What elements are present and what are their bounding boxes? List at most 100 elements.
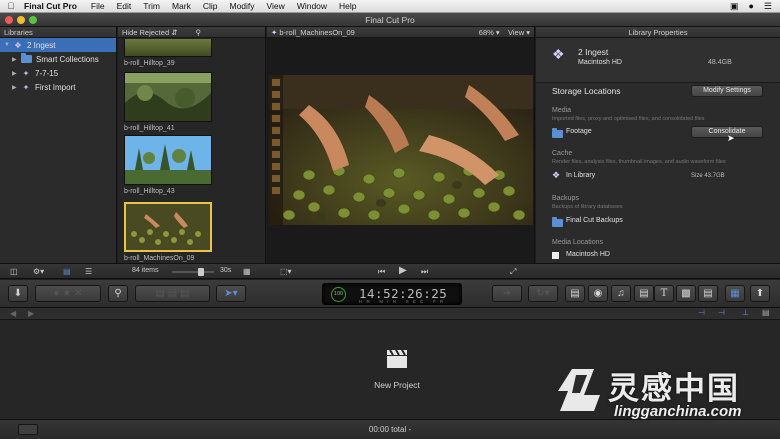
music-button[interactable]: ♫ xyxy=(611,285,631,302)
generators-button[interactable]: ▩ xyxy=(676,285,696,302)
clip-item[interactable]: b-roll_Hilltop_39 xyxy=(124,39,212,67)
transform-icon[interactable]: ⬚▾ xyxy=(280,267,292,276)
clip-thumbnail[interactable] xyxy=(124,39,212,57)
themes-button[interactable]: ▤ xyxy=(698,285,718,302)
menu-window[interactable]: Window xyxy=(291,1,333,11)
menu-modify[interactable]: Modify xyxy=(223,1,260,11)
previous-frame-icon[interactable]: ⏮ xyxy=(378,267,385,277)
panel-controls-bar: ◫ ⚙▾ ▤ ☰ 84 items 30s ▦ ⬚▾ ⏮ ▶ ⏭ ⤢ xyxy=(0,263,780,279)
next-frame-icon[interactable]: ⏭ xyxy=(421,267,428,277)
text-icon: T xyxy=(660,288,668,299)
audio-enhancements-button[interactable]: ➜ xyxy=(492,285,522,302)
watermark-logo: 灵感中国 lingganchina.com xyxy=(554,359,772,425)
viewer-clip-icon: ✦ xyxy=(271,27,278,37)
clip-item[interactable]: b-roll_Hilltop_43 xyxy=(124,135,212,195)
select-tool-button[interactable]: ➤ ▾ xyxy=(216,285,246,302)
share-button[interactable]: ⬆ xyxy=(750,285,770,302)
minimize-window-icon[interactable] xyxy=(17,16,25,24)
keyword-rating-group[interactable]: ● ★ ✕ xyxy=(35,285,101,302)
sidebar-toggle-icon[interactable]: ◫ xyxy=(10,267,18,276)
disclosure-closed-icon[interactable]: ▶ xyxy=(12,70,21,77)
retime-button[interactable]: ↻▾ xyxy=(528,285,558,302)
keyword-editor-button[interactable]: ⚲ xyxy=(108,285,128,302)
clip-item-selected[interactable]: b-roll_MachinesOn_09 xyxy=(124,202,212,262)
background-tasks-indicator[interactable]: 100 xyxy=(331,287,346,302)
photos-button[interactable]: ◉ xyxy=(588,285,608,302)
inspector-button[interactable]: ▤ xyxy=(565,285,585,302)
library-name: 2 Ingest xyxy=(578,47,609,57)
back-arrow-icon[interactable]: ◀ xyxy=(10,309,16,318)
edit-mode-group[interactable]: ▤ ▤ ▤ xyxy=(135,285,210,302)
apple-menu-icon[interactable]:  xyxy=(0,1,22,11)
disclosure-closed-icon[interactable]: ▶ xyxy=(12,56,21,63)
disclosure-open-icon[interactable]: ▼ xyxy=(4,42,13,48)
list-view-icon[interactable]: ☰ xyxy=(85,267,92,276)
clip-item[interactable]: b-roll_Hilltop_41 xyxy=(124,72,212,132)
view-chevron-icon[interactable]: ▾ xyxy=(526,28,530,37)
view-menu[interactable]: View xyxy=(508,28,524,37)
menu-mark[interactable]: Mark xyxy=(166,1,197,11)
gear-icon[interactable]: ⚙▾ xyxy=(33,267,44,276)
drive-icon xyxy=(552,252,559,259)
library-item-smart-collections[interactable]: ▶ Smart Collections xyxy=(0,52,116,66)
library-drive: Macintosh HD xyxy=(578,59,622,66)
menu-edit[interactable]: Edit xyxy=(111,1,138,11)
zoom-chevron-icon[interactable]: ▾ xyxy=(496,28,500,37)
library-item-2-ingest[interactable]: ▼ ❖ 2 Ingest xyxy=(0,38,116,52)
timecode-display[interactable]: 100 14:52:26:25 HR MIN SEC FR xyxy=(322,283,462,305)
zoom-window-icon[interactable] xyxy=(29,16,37,24)
import-button[interactable]: ⬇ xyxy=(8,285,28,302)
library-item-7-7-15[interactable]: ▶ ✦ 7-7-15 xyxy=(0,66,116,80)
menu-clip[interactable]: Clip xyxy=(197,1,224,11)
transitions-button[interactable]: ▦ xyxy=(725,285,745,302)
event-icon: ✦ xyxy=(22,68,30,78)
backups-location: Final Cut Backups xyxy=(566,217,623,224)
olive-tree-thumbnail xyxy=(125,73,211,121)
folder-icon xyxy=(552,217,563,227)
transitions-icon: ▦ xyxy=(730,288,740,299)
menu-trim[interactable]: Trim xyxy=(137,1,166,11)
user-icon[interactable]: ● xyxy=(748,1,753,12)
filmstrip-view-icon[interactable]: ▤ xyxy=(63,267,71,276)
fullscreen-icon[interactable]: ⤢ xyxy=(510,267,516,277)
library-item-first-import[interactable]: ▶ ✦ First Import xyxy=(0,80,116,94)
menu-file[interactable]: File xyxy=(85,1,111,11)
window-title: Final Cut Pro xyxy=(365,14,415,25)
menu-view[interactable]: View xyxy=(261,1,291,11)
play-icon[interactable]: ▶ xyxy=(399,265,407,276)
snapping-icon[interactable]: ⊥ xyxy=(742,308,749,317)
menu-help[interactable]: Help xyxy=(333,1,362,11)
display-icon[interactable]: ▣ xyxy=(730,1,739,12)
zoom-popup[interactable]: 68% xyxy=(479,28,494,37)
clip-thumbnail[interactable] xyxy=(124,202,212,252)
titles-button[interactable]: T xyxy=(654,285,674,302)
filter-popup[interactable]: Hide Rejected ⇵ xyxy=(122,28,177,37)
disclosure-closed-icon[interactable]: ▶ xyxy=(12,84,21,91)
clip-thumbnail[interactable] xyxy=(124,135,212,185)
window-controls xyxy=(5,16,37,24)
app-menu[interactable]: Final Cut Pro xyxy=(22,1,85,11)
folder-icon xyxy=(552,128,563,138)
libraries-header: Libraries xyxy=(0,27,116,38)
search-icon[interactable]: ⚲ xyxy=(196,28,202,37)
clip-thumbnail[interactable] xyxy=(124,72,212,122)
list-icon[interactable]: ☰ xyxy=(764,1,772,12)
backups-title: Backups xyxy=(552,195,579,202)
timeline-index-button[interactable] xyxy=(18,424,38,435)
slider-thumb-icon[interactable] xyxy=(198,268,204,276)
forward-arrow-icon[interactable]: ▶ xyxy=(28,309,34,318)
solo-icon[interactable]: ⊣ xyxy=(718,308,725,317)
watermark-site: lingganchina.com xyxy=(614,403,742,420)
clip-appearance-icon[interactable]: ▤ xyxy=(762,308,770,317)
audio-skimming-icon[interactable]: ⊣ xyxy=(698,308,705,317)
close-window-icon[interactable] xyxy=(5,16,13,24)
modify-settings-button[interactable]: Modify Settings xyxy=(691,85,763,97)
main-toolbar: ⬇ ● ★ ✕ ⚲ ▤ ▤ ▤ ➤ ▾ 100 14:52:26:25 HR MI… xyxy=(0,280,780,308)
clip-height-slider[interactable] xyxy=(172,271,214,273)
clip-label: b-roll_Hilltop_43 xyxy=(124,188,175,195)
olives-video-frame xyxy=(269,75,533,225)
waveform-toggle-icon[interactable]: ▦ xyxy=(243,267,251,276)
new-project-label[interactable]: New Project xyxy=(355,380,439,390)
video-frame[interactable] xyxy=(269,75,533,225)
film-button[interactable]: ▤ xyxy=(634,285,654,302)
